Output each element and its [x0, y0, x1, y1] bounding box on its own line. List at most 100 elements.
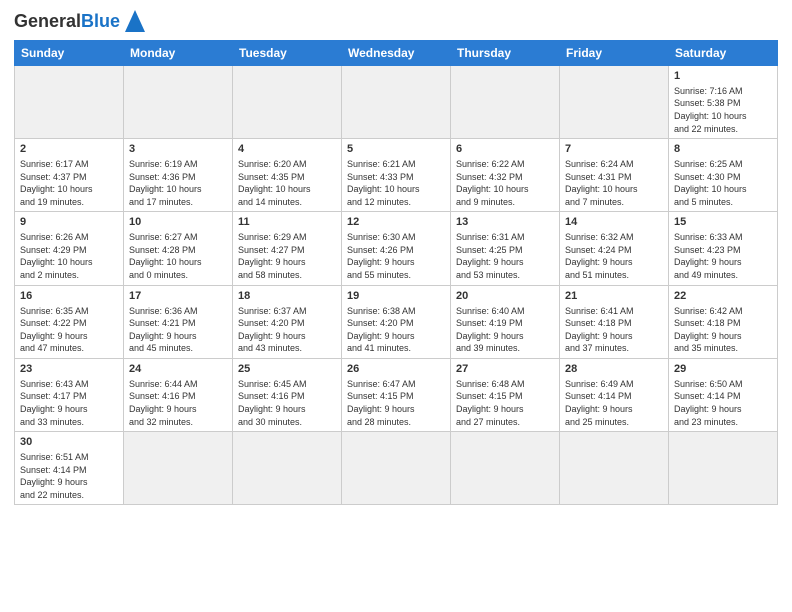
day-info: Sunrise: 6:26 AM Sunset: 4:29 PM Dayligh…	[20, 231, 118, 281]
calendar-cell: 12Sunrise: 6:30 AM Sunset: 4:26 PM Dayli…	[342, 212, 451, 285]
day-info: Sunrise: 6:50 AM Sunset: 4:14 PM Dayligh…	[674, 378, 772, 428]
day-info: Sunrise: 6:45 AM Sunset: 4:16 PM Dayligh…	[238, 378, 336, 428]
day-number: 5	[347, 142, 445, 157]
calendar-weekday-wednesday: Wednesday	[342, 41, 451, 66]
calendar-cell: 3Sunrise: 6:19 AM Sunset: 4:36 PM Daylig…	[124, 139, 233, 212]
day-info: Sunrise: 7:16 AM Sunset: 5:38 PM Dayligh…	[674, 85, 772, 135]
day-info: Sunrise: 6:49 AM Sunset: 4:14 PM Dayligh…	[565, 378, 663, 428]
calendar-cell	[451, 66, 560, 139]
calendar-cell	[560, 432, 669, 505]
calendar-cell	[233, 432, 342, 505]
day-info: Sunrise: 6:32 AM Sunset: 4:24 PM Dayligh…	[565, 231, 663, 281]
calendar-cell	[342, 66, 451, 139]
day-number: 29	[674, 362, 772, 377]
day-info: Sunrise: 6:47 AM Sunset: 4:15 PM Dayligh…	[347, 378, 445, 428]
day-info: Sunrise: 6:31 AM Sunset: 4:25 PM Dayligh…	[456, 231, 554, 281]
calendar-cell	[342, 432, 451, 505]
day-info: Sunrise: 6:48 AM Sunset: 4:15 PM Dayligh…	[456, 378, 554, 428]
calendar-cell: 17Sunrise: 6:36 AM Sunset: 4:21 PM Dayli…	[124, 285, 233, 358]
calendar-week-row: 9Sunrise: 6:26 AM Sunset: 4:29 PM Daylig…	[15, 212, 778, 285]
calendar-cell: 4Sunrise: 6:20 AM Sunset: 4:35 PM Daylig…	[233, 139, 342, 212]
day-number: 27	[456, 362, 554, 377]
day-info: Sunrise: 6:21 AM Sunset: 4:33 PM Dayligh…	[347, 158, 445, 208]
calendar-cell: 27Sunrise: 6:48 AM Sunset: 4:15 PM Dayli…	[451, 358, 560, 431]
day-number: 26	[347, 362, 445, 377]
day-number: 1	[674, 69, 772, 84]
day-number: 13	[456, 215, 554, 230]
day-info: Sunrise: 6:43 AM Sunset: 4:17 PM Dayligh…	[20, 378, 118, 428]
day-info: Sunrise: 6:44 AM Sunset: 4:16 PM Dayligh…	[129, 378, 227, 428]
calendar-cell: 25Sunrise: 6:45 AM Sunset: 4:16 PM Dayli…	[233, 358, 342, 431]
calendar-cell: 9Sunrise: 6:26 AM Sunset: 4:29 PM Daylig…	[15, 212, 124, 285]
day-info: Sunrise: 6:22 AM Sunset: 4:32 PM Dayligh…	[456, 158, 554, 208]
day-number: 14	[565, 215, 663, 230]
calendar-weekday-saturday: Saturday	[669, 41, 778, 66]
day-number: 7	[565, 142, 663, 157]
calendar-cell	[124, 66, 233, 139]
calendar-week-row: 2Sunrise: 6:17 AM Sunset: 4:37 PM Daylig…	[15, 139, 778, 212]
day-number: 15	[674, 215, 772, 230]
calendar-weekday-thursday: Thursday	[451, 41, 560, 66]
day-info: Sunrise: 6:33 AM Sunset: 4:23 PM Dayligh…	[674, 231, 772, 281]
calendar-cell: 22Sunrise: 6:42 AM Sunset: 4:18 PM Dayli…	[669, 285, 778, 358]
day-info: Sunrise: 6:24 AM Sunset: 4:31 PM Dayligh…	[565, 158, 663, 208]
day-number: 20	[456, 289, 554, 304]
day-number: 16	[20, 289, 118, 304]
calendar-week-row: 16Sunrise: 6:35 AM Sunset: 4:22 PM Dayli…	[15, 285, 778, 358]
calendar-cell: 13Sunrise: 6:31 AM Sunset: 4:25 PM Dayli…	[451, 212, 560, 285]
calendar-cell	[124, 432, 233, 505]
day-number: 28	[565, 362, 663, 377]
header: General Blue	[14, 10, 778, 32]
day-info: Sunrise: 6:51 AM Sunset: 4:14 PM Dayligh…	[20, 451, 118, 501]
calendar-cell: 2Sunrise: 6:17 AM Sunset: 4:37 PM Daylig…	[15, 139, 124, 212]
day-info: Sunrise: 6:29 AM Sunset: 4:27 PM Dayligh…	[238, 231, 336, 281]
day-info: Sunrise: 6:41 AM Sunset: 4:18 PM Dayligh…	[565, 305, 663, 355]
calendar-weekday-tuesday: Tuesday	[233, 41, 342, 66]
day-number: 17	[129, 289, 227, 304]
calendar-cell: 29Sunrise: 6:50 AM Sunset: 4:14 PM Dayli…	[669, 358, 778, 431]
day-number: 3	[129, 142, 227, 157]
day-number: 2	[20, 142, 118, 157]
day-info: Sunrise: 6:40 AM Sunset: 4:19 PM Dayligh…	[456, 305, 554, 355]
calendar-cell: 28Sunrise: 6:49 AM Sunset: 4:14 PM Dayli…	[560, 358, 669, 431]
day-info: Sunrise: 6:25 AM Sunset: 4:30 PM Dayligh…	[674, 158, 772, 208]
page: General Blue SundayMondayTuesdayWednesda…	[0, 0, 792, 612]
calendar-weekday-monday: Monday	[124, 41, 233, 66]
day-number: 6	[456, 142, 554, 157]
day-info: Sunrise: 6:37 AM Sunset: 4:20 PM Dayligh…	[238, 305, 336, 355]
calendar-cell	[15, 66, 124, 139]
day-number: 24	[129, 362, 227, 377]
calendar-table: SundayMondayTuesdayWednesdayThursdayFrid…	[14, 40, 778, 505]
calendar-cell: 26Sunrise: 6:47 AM Sunset: 4:15 PM Dayli…	[342, 358, 451, 431]
calendar-cell: 1Sunrise: 7:16 AM Sunset: 5:38 PM Daylig…	[669, 66, 778, 139]
calendar-cell: 5Sunrise: 6:21 AM Sunset: 4:33 PM Daylig…	[342, 139, 451, 212]
calendar-cell	[669, 432, 778, 505]
calendar-cell: 7Sunrise: 6:24 AM Sunset: 4:31 PM Daylig…	[560, 139, 669, 212]
calendar-week-row: 30Sunrise: 6:51 AM Sunset: 4:14 PM Dayli…	[15, 432, 778, 505]
day-info: Sunrise: 6:36 AM Sunset: 4:21 PM Dayligh…	[129, 305, 227, 355]
calendar-weekday-friday: Friday	[560, 41, 669, 66]
calendar-cell: 10Sunrise: 6:27 AM Sunset: 4:28 PM Dayli…	[124, 212, 233, 285]
calendar-cell: 21Sunrise: 6:41 AM Sunset: 4:18 PM Dayli…	[560, 285, 669, 358]
calendar-cell: 30Sunrise: 6:51 AM Sunset: 4:14 PM Dayli…	[15, 432, 124, 505]
calendar-cell: 8Sunrise: 6:25 AM Sunset: 4:30 PM Daylig…	[669, 139, 778, 212]
logo: General Blue	[14, 10, 145, 32]
calendar-cell	[560, 66, 669, 139]
calendar-cell: 18Sunrise: 6:37 AM Sunset: 4:20 PM Dayli…	[233, 285, 342, 358]
calendar-header-row: SundayMondayTuesdayWednesdayThursdayFrid…	[15, 41, 778, 66]
day-info: Sunrise: 6:38 AM Sunset: 4:20 PM Dayligh…	[347, 305, 445, 355]
calendar-cell	[451, 432, 560, 505]
day-number: 11	[238, 215, 336, 230]
calendar-cell: 24Sunrise: 6:44 AM Sunset: 4:16 PM Dayli…	[124, 358, 233, 431]
day-number: 4	[238, 142, 336, 157]
day-number: 25	[238, 362, 336, 377]
day-number: 12	[347, 215, 445, 230]
calendar-weekday-sunday: Sunday	[15, 41, 124, 66]
day-number: 10	[129, 215, 227, 230]
day-info: Sunrise: 6:20 AM Sunset: 4:35 PM Dayligh…	[238, 158, 336, 208]
day-number: 21	[565, 289, 663, 304]
logo-text-general: General	[14, 12, 81, 30]
day-info: Sunrise: 6:35 AM Sunset: 4:22 PM Dayligh…	[20, 305, 118, 355]
calendar-cell: 6Sunrise: 6:22 AM Sunset: 4:32 PM Daylig…	[451, 139, 560, 212]
calendar-cell: 20Sunrise: 6:40 AM Sunset: 4:19 PM Dayli…	[451, 285, 560, 358]
